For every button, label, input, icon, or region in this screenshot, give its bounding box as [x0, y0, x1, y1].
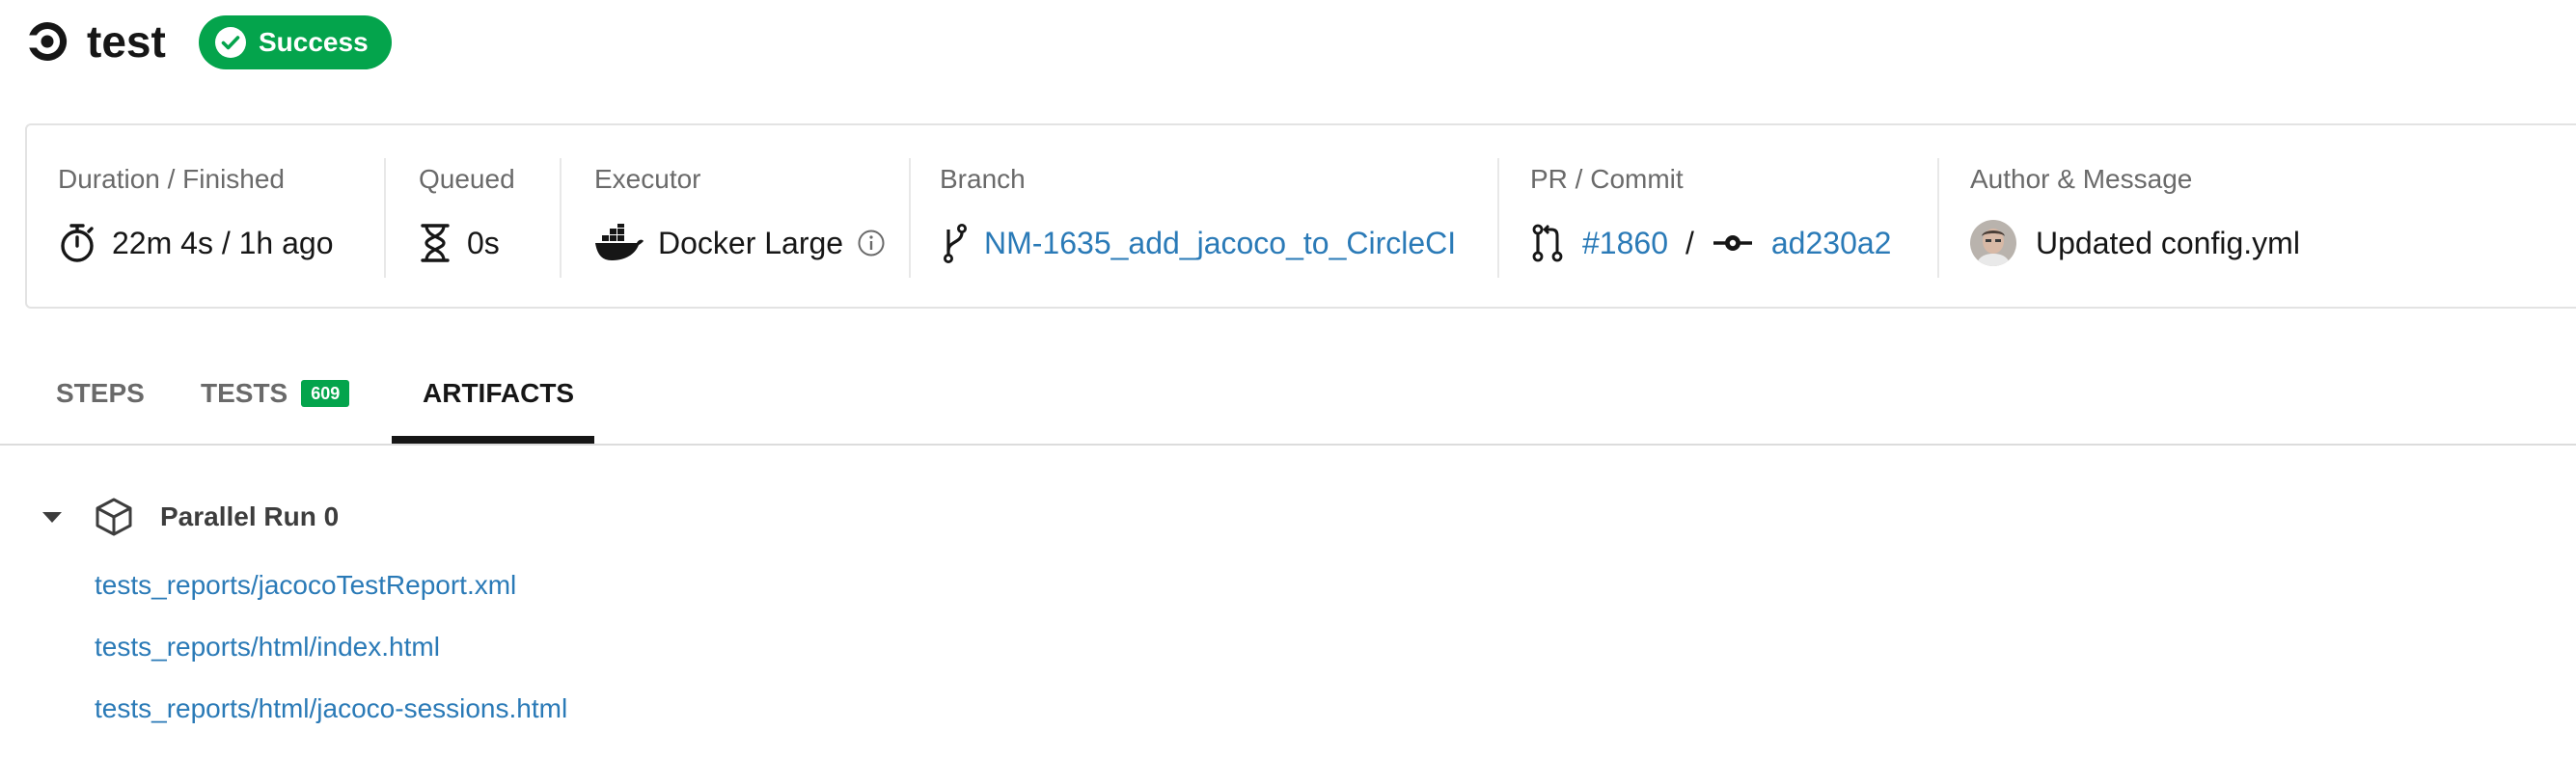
tab-artifacts[interactable]: ARTIFACTS: [423, 374, 574, 413]
divider: [909, 158, 911, 278]
circleci-logo-icon: [29, 21, 68, 61]
status-badge: Success: [199, 15, 392, 69]
hourglass-icon: [421, 224, 450, 262]
tab-steps[interactable]: STEPS: [56, 374, 145, 413]
duration-label: Duration / Finished: [58, 164, 286, 194]
pr-commit-separator: /: [1685, 225, 1694, 260]
artifact-link[interactable]: tests_reports/html/jacoco-sessions.html: [95, 690, 567, 728]
pr-link[interactable]: #1860: [1582, 226, 1668, 261]
package-box-icon: [96, 498, 132, 536]
divider: [560, 158, 562, 278]
branch-link[interactable]: NM-1635_add_jacoco_to_CircleCI: [984, 226, 1456, 261]
check-circle-icon: [215, 27, 246, 58]
tests-count-badge: 609: [301, 380, 350, 407]
duration-value: 22m 4s / 1h ago: [112, 225, 334, 260]
author-label: Author & Message: [1970, 164, 2193, 194]
info-icon[interactable]: [857, 229, 886, 257]
artifact-link[interactable]: tests_reports/jacocoTestReport.xml: [95, 566, 516, 605]
branch-label: Branch: [940, 164, 1026, 194]
tab-tests[interactable]: TESTS 609: [201, 374, 350, 413]
commit-link[interactable]: ad230a2: [1771, 226, 1892, 261]
stopwatch-icon: [61, 224, 94, 262]
divider: [1937, 158, 1939, 278]
pull-request-icon: [1532, 224, 1563, 262]
divider: [1497, 158, 1499, 278]
status-label: Success: [259, 27, 369, 57]
tabs-divider: [0, 444, 2576, 446]
parallel-run-title[interactable]: Parallel Run 0: [160, 498, 339, 536]
tab-steps-label: STEPS: [56, 378, 145, 408]
tab-artifacts-label: ARTIFACTS: [423, 378, 575, 408]
queued-value: 0s: [467, 225, 500, 260]
active-tab-indicator: [392, 436, 594, 444]
queued-label: Queued: [419, 164, 515, 194]
git-branch-icon: [944, 224, 967, 264]
job-title: test: [87, 16, 166, 67]
docker-icon: [595, 224, 644, 260]
pr-commit-label: PR / Commit: [1530, 164, 1684, 194]
commit-icon: [1713, 235, 1752, 251]
executor-label: Executor: [594, 164, 701, 194]
artifact-link[interactable]: tests_reports/html/index.html: [95, 628, 440, 666]
executor-value: Docker Large: [658, 225, 844, 260]
avatar[interactable]: [1970, 220, 2016, 266]
caret-down-icon[interactable]: [39, 507, 66, 527]
tab-tests-label: TESTS: [201, 378, 288, 408]
commit-message: Updated config.yml: [2036, 225, 2300, 260]
job-info-card: Duration / Finished 22m 4s / 1h ago Queu…: [25, 123, 2576, 309]
divider: [384, 158, 386, 278]
